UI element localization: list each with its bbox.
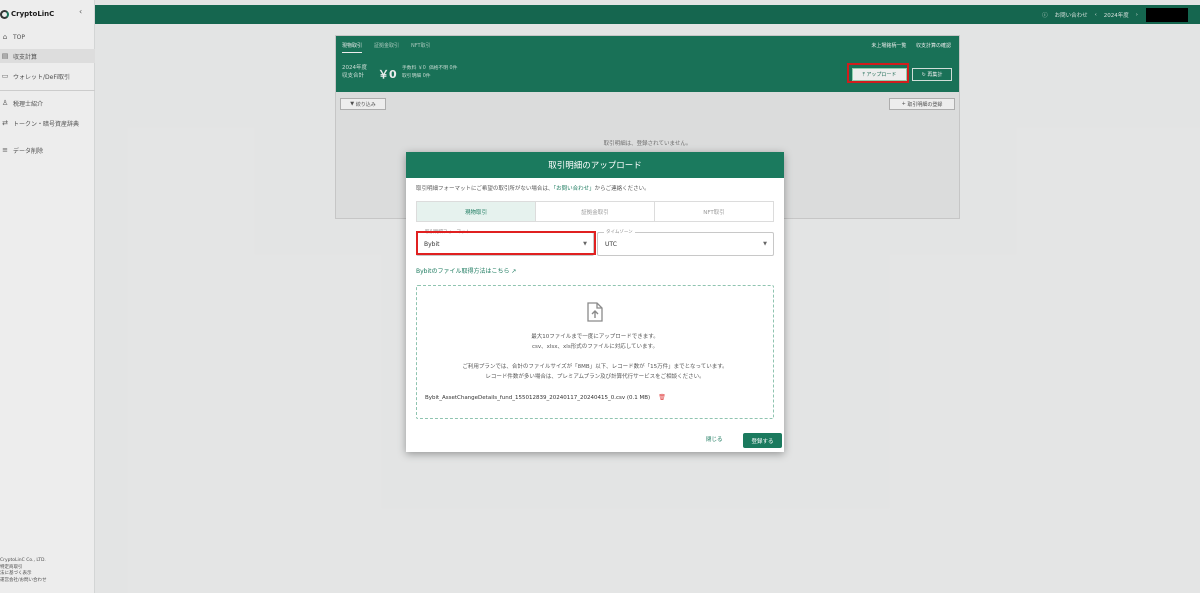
tab-spot[interactable]: 現物取引 (417, 202, 536, 221)
modal-title: 取引明細のアップロード (406, 152, 784, 178)
selected-file: Bybit_AssetChangeDetails_fund_155012839_… (425, 394, 666, 401)
tab-nft[interactable]: NFT取引 (655, 202, 773, 221)
timezone-label: タイムゾーン (604, 229, 635, 235)
external-link-icon: ↗ (509, 268, 517, 275)
register-button[interactable]: 登録する (743, 433, 782, 448)
file-name: Bybit_AssetChangeDetails_fund_155012839_… (425, 394, 651, 401)
chevron-down-icon: ▼ (763, 241, 767, 247)
timezone-select[interactable]: タイムゾーン UTC ▼ (597, 229, 774, 256)
drop-line: レコード件数が多い場合は、プレミアムプラン及び計算代行サービスをご相談ください。 (485, 374, 705, 380)
drop-line: csv、xlsx、xls形式のファイルに対応しています。 (532, 344, 658, 350)
drop-line: 最大10ファイルまで一度にアップロードできます。 (531, 334, 659, 340)
modal-tabs: 現物取引 証拠金取引 NFT取引 (416, 201, 774, 222)
modal-notice: 取引明細フォーマットにご希望の取引所がない場合は、「お問い合わせ」からご連絡くだ… (416, 186, 650, 192)
drop-line: ご利用プランでは、合計のファイルサイズが「8MB」以下、レコード数が「15万件」… (462, 364, 728, 370)
format-highlight (416, 231, 596, 255)
trash-icon[interactable]: 🗑 (658, 394, 666, 401)
file-upload-icon (587, 302, 603, 322)
contact-link[interactable]: 「お問い合わせ」 (553, 186, 594, 192)
upload-modal: 取引明細のアップロード 取引明細フォーマットにご希望の取引所がない場合は、「お問… (406, 152, 784, 452)
file-guide-link[interactable]: Bybitのファイル取得方法はこちら ↗ (416, 266, 516, 275)
close-button[interactable]: 閉じる (706, 435, 723, 443)
file-drop-zone[interactable]: 最大10ファイルまで一度にアップロードできます。 csv、xlsx、xls形式の… (416, 285, 774, 419)
timezone-value: UTC (605, 241, 617, 248)
tab-margin[interactable]: 証拠金取引 (536, 202, 655, 221)
